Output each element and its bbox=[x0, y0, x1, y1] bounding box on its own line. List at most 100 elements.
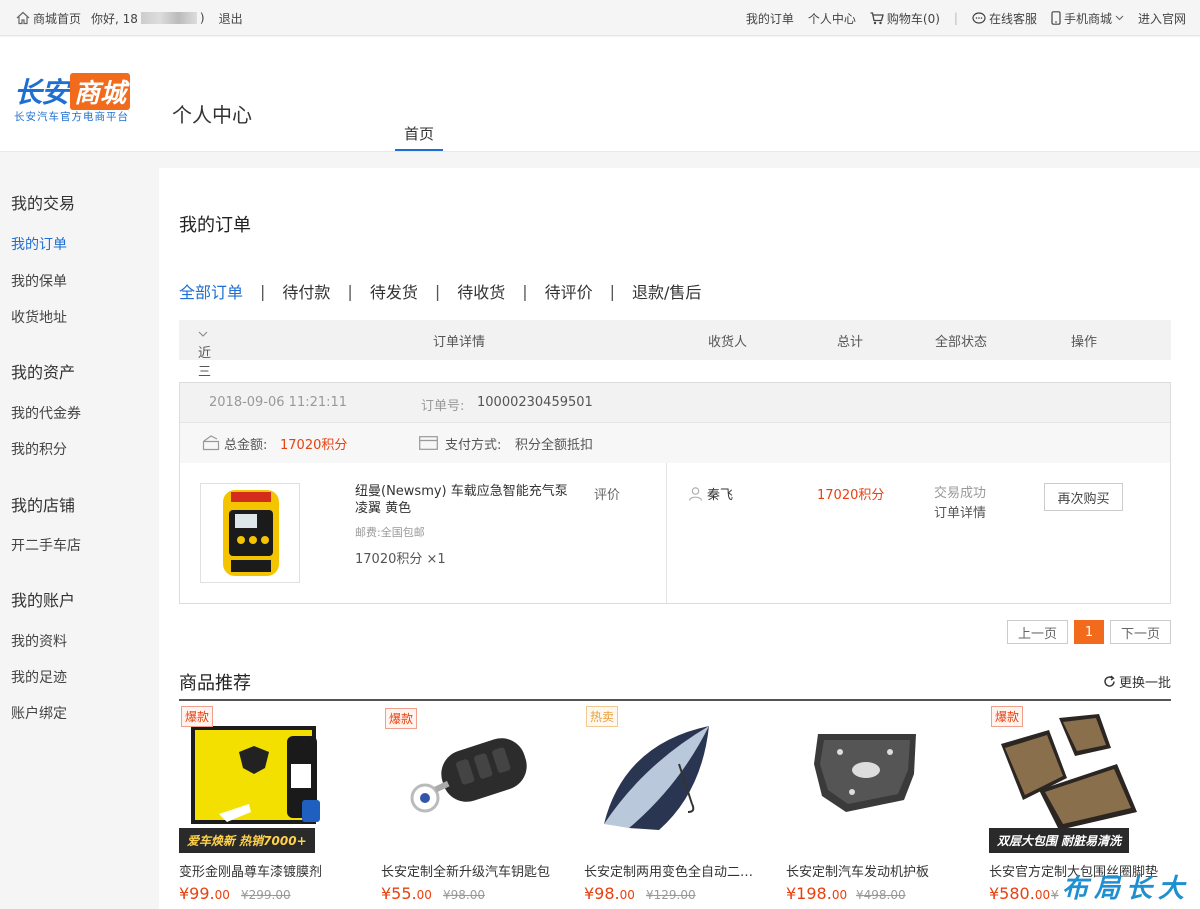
orders-title: 我的订单 bbox=[179, 215, 251, 236]
logo-brand-part1: 长安 bbox=[14, 76, 69, 109]
original-price: ¥ bbox=[1051, 888, 1059, 902]
mobile-mall-link[interactable]: 手机商城 bbox=[1051, 10, 1124, 27]
user-icon bbox=[688, 487, 703, 501]
sidebar-group-store: 我的店铺 bbox=[11, 496, 76, 515]
product-thumbnail[interactable] bbox=[200, 483, 300, 583]
order-card: 2018-09-06 11:21:11 订单号: 10000230459501 … bbox=[179, 382, 1171, 604]
chat-icon bbox=[972, 11, 986, 24]
next-page-button[interactable]: 下一页 bbox=[1109, 620, 1171, 644]
product-name-link[interactable]: 纽曼(Newsmy) 车载应急智能充气泵 凌翼 黄色 bbox=[355, 483, 570, 517]
page-heading: 个人中心 bbox=[172, 103, 252, 127]
product-price-qty: 17020积分 ×1 bbox=[355, 552, 446, 567]
sidebar-group-account: 我的账户 bbox=[11, 591, 76, 610]
payment-label: 支付方式: bbox=[445, 438, 502, 453]
hot-badge: 爆款 bbox=[385, 708, 418, 729]
tab-pending-shipment[interactable]: 待发货 bbox=[370, 279, 418, 303]
sidebar-item-used-car-store[interactable]: 开二手车店 bbox=[11, 535, 81, 555]
cart-link[interactable]: 购物车(0) bbox=[870, 10, 940, 27]
product-price: ¥98.00 bbox=[584, 884, 635, 903]
product-price: ¥198.00 bbox=[786, 884, 848, 903]
pagination: 上一页 1 下一页 bbox=[1006, 620, 1171, 644]
total-amount: 17020积分 bbox=[280, 438, 348, 453]
buy-again-button[interactable]: 再次购买 bbox=[1044, 483, 1123, 511]
tab-pending-receipt[interactable]: 待收货 bbox=[457, 279, 505, 303]
hot-badge: 爆款 bbox=[181, 706, 214, 727]
logout-link[interactable]: 退出 bbox=[219, 10, 243, 27]
col-total: 总计 bbox=[837, 335, 864, 350]
chevron-down-icon bbox=[1115, 15, 1124, 21]
sidebar-group-assets: 我的资产 bbox=[11, 363, 76, 382]
wallet-icon bbox=[202, 435, 220, 451]
online-service-label: 在线客服 bbox=[988, 11, 1037, 26]
prev-page-button[interactable]: 上一页 bbox=[1006, 620, 1068, 644]
cart-label: 购物车(0) bbox=[886, 11, 940, 26]
logo-brand-part2: 商城 bbox=[70, 72, 131, 110]
shipping-info: 邮费:全国包邮 bbox=[355, 526, 425, 539]
sidebar-item-vouchers[interactable]: 我的代金券 bbox=[11, 403, 81, 423]
original-price: ¥129.00 bbox=[646, 888, 696, 902]
my-orders-link[interactable]: 我的订单 bbox=[746, 10, 794, 27]
sidebar-item-points[interactable]: 我的积分 bbox=[11, 439, 67, 459]
order-detail-link[interactable]: 订单详情 bbox=[934, 506, 986, 521]
refresh-icon bbox=[1104, 675, 1115, 687]
product-card[interactable]: 长安定制汽车发动机护板 ¥198.00 ¥498.00 bbox=[786, 704, 976, 909]
order-status: 交易成功 bbox=[934, 486, 987, 501]
product-card[interactable]: 爆款 长安定制全新升级汽车钥匙包 ¥55.00 ¥98.00 bbox=[381, 704, 571, 909]
tab-pending-review[interactable]: 待评价 bbox=[545, 279, 593, 303]
top-bar: 商城首页 你好, 18 ) 退出 我的订单 个人中心 购物车(0) | 在线客服… bbox=[0, 0, 1200, 36]
greeting: 你好, 18 ) bbox=[91, 11, 205, 26]
personal-center-link[interactable]: 个人中心 bbox=[808, 10, 856, 27]
engine-guard-image bbox=[814, 734, 916, 812]
product-card[interactable]: 热卖 长安定制两用变色全自动二… ¥98.00 ¥129.00 bbox=[584, 704, 774, 909]
product-name: 长安定制两用变色全自动二… bbox=[584, 865, 754, 880]
divider: | bbox=[953, 11, 958, 25]
sidebar-item-my-policies[interactable]: 我的保单 bbox=[11, 271, 67, 291]
tab-pending-payment[interactable]: 待付款 bbox=[282, 279, 330, 303]
sidebar-group-trade: 我的交易 bbox=[11, 194, 76, 213]
mobile-mall-label: 手机商城 bbox=[1063, 11, 1112, 26]
main-content: 我的订单 全部订单 | 待付款 | 待发货 | 待收货 | 待评价 | 退款/售… bbox=[159, 168, 1200, 909]
home-icon bbox=[16, 11, 30, 25]
mall-logo[interactable]: 长安 商城 长安汽车官方电商平台 bbox=[14, 72, 159, 125]
order-total: 17020积分 bbox=[817, 488, 885, 503]
online-service-link[interactable]: 在线客服 bbox=[972, 10, 1037, 27]
recommend-title: 商品推荐 bbox=[179, 673, 251, 694]
original-price: ¥98.00 bbox=[443, 888, 485, 902]
tab-refund[interactable]: 退款/售后 bbox=[632, 279, 701, 303]
cart-icon bbox=[870, 11, 884, 24]
column-divider bbox=[666, 463, 667, 603]
period-filter[interactable]: 近三个月订单 bbox=[198, 331, 211, 456]
promo-banner: 双层大包围 耐脏易清洗 bbox=[989, 828, 1130, 853]
sidebar-item-account-binding[interactable]: 账户绑定 bbox=[11, 703, 67, 723]
phone-icon bbox=[1051, 11, 1061, 25]
hot-badge: 爆款 bbox=[991, 706, 1024, 727]
review-link[interactable]: 评价 bbox=[594, 484, 620, 503]
masked-phone bbox=[140, 12, 197, 24]
col-order-detail: 订单详情 bbox=[433, 335, 486, 350]
sidebar-item-profile[interactable]: 我的资料 bbox=[11, 631, 67, 651]
logo-slogan: 长安汽车官方电商平台 bbox=[14, 111, 129, 123]
sidebar-item-footprint[interactable]: 我的足迹 bbox=[11, 667, 67, 687]
order-tabs: 全部订单 | 待付款 | 待发货 | 待收货 | 待评价 | 退款/售后 bbox=[179, 279, 701, 303]
total-amount-label: 总金额: bbox=[224, 438, 268, 453]
product-price: ¥99.00 bbox=[179, 884, 230, 903]
sidebar: 我的交易 我的订单 我的保单 收货地址 我的资产 我的代金券 我的积分 我的店铺… bbox=[0, 152, 158, 909]
receiver: 秦飞 bbox=[688, 484, 733, 503]
nav-home-tab[interactable]: 首页 bbox=[395, 121, 443, 151]
status-filter[interactable]: 全部状态 bbox=[935, 331, 987, 350]
mall-home-label: 商城首页 bbox=[33, 11, 82, 26]
trending-badge: 热卖 bbox=[586, 706, 619, 727]
product-price: ¥580.00 bbox=[989, 884, 1051, 903]
chevron-down-icon bbox=[198, 331, 208, 337]
official-site-link[interactable]: 进入官网 bbox=[1138, 10, 1186, 27]
mall-home-link[interactable]: 商城首页 bbox=[16, 10, 81, 27]
site-header: 长安 商城 长安汽车官方电商平台 个人中心 首页 bbox=[0, 37, 1200, 152]
tab-all-orders[interactable]: 全部订单 bbox=[179, 279, 243, 303]
recommend-header: 商品推荐 更换一批 bbox=[179, 669, 1171, 701]
sidebar-item-address[interactable]: 收货地址 bbox=[11, 307, 67, 327]
product-card[interactable]: 爆款 爱车焕新 热销7000+ 变形金刚晶尊车漆镀膜剂 ¥99.00 ¥299.… bbox=[179, 704, 369, 909]
page-1-button[interactable]: 1 bbox=[1073, 620, 1104, 644]
sidebar-item-my-orders[interactable]: 我的订单 bbox=[11, 234, 67, 254]
refresh-recommend-button[interactable]: 更换一批 bbox=[1103, 672, 1171, 691]
product-name: 长安定制全新升级汽车钥匙包 bbox=[381, 865, 551, 880]
